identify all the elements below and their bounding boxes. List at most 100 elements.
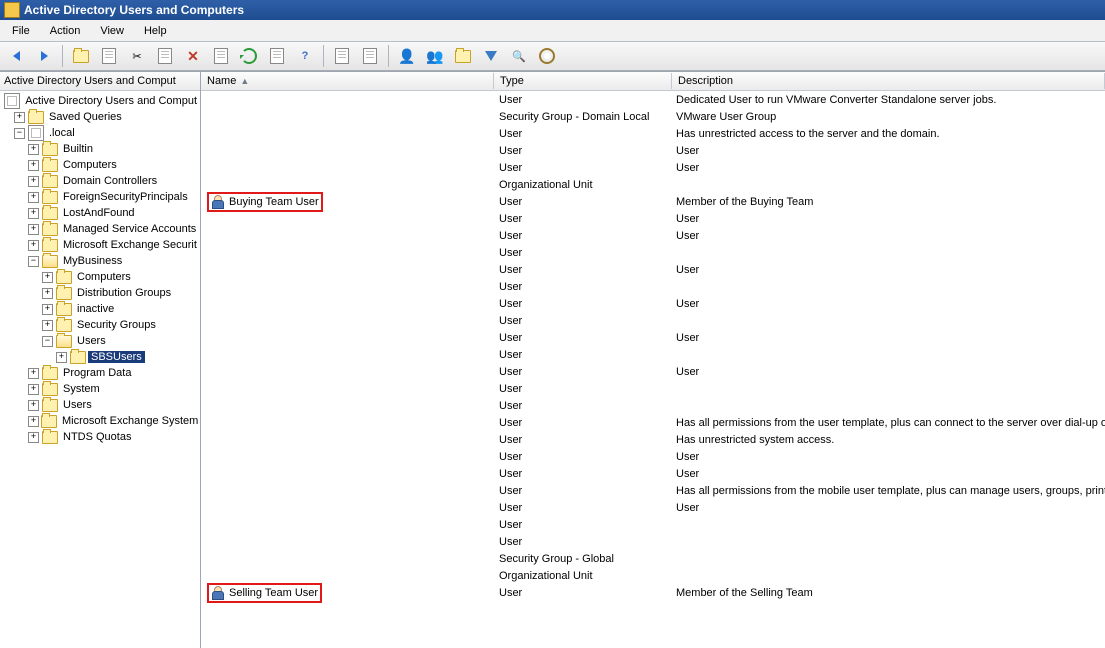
collapse-icon[interactable]: − (42, 336, 54, 347)
tree-node[interactable]: +NTDS Quotas (0, 429, 200, 445)
tree-header[interactable]: Active Directory Users and Comput (0, 72, 200, 91)
copy-button[interactable] (153, 44, 177, 68)
tree-node[interactable]: +Computers (0, 269, 200, 285)
list-row[interactable]: UserUser (201, 448, 1105, 465)
list-row[interactable]: UserUser (201, 159, 1105, 176)
filter-button[interactable] (479, 44, 503, 68)
expand-icon[interactable]: + (28, 224, 40, 235)
properties-button[interactable] (209, 44, 233, 68)
list-row[interactable]: UserHas all permissions from the mobile … (201, 482, 1105, 499)
tree-node[interactable]: +SBSUsers (0, 349, 200, 365)
list-row[interactable]: Buying Team UserUserMember of the Buying… (201, 193, 1105, 210)
list-row[interactable]: UserUser (201, 210, 1105, 227)
list-row[interactable]: UserUser (201, 499, 1105, 516)
tree-node[interactable]: +Computers (0, 157, 200, 173)
expand-icon[interactable]: + (42, 320, 54, 331)
tree-node[interactable]: +System (0, 381, 200, 397)
expand-icon[interactable]: + (28, 368, 40, 379)
tree-node[interactable]: Active Directory Users and Comput (0, 93, 200, 109)
expand-icon[interactable]: + (28, 416, 39, 427)
help-button[interactable]: ? (293, 44, 317, 68)
menu-view[interactable]: View (90, 22, 134, 40)
expand-icon[interactable]: + (28, 240, 40, 251)
nav-back-button[interactable] (4, 44, 28, 68)
expand-icon[interactable]: + (28, 400, 40, 411)
list-row[interactable]: Security Group - Domain LocalVMware User… (201, 108, 1105, 125)
list-row[interactable]: UserUser (201, 142, 1105, 159)
tree-node[interactable]: +inactive (0, 301, 200, 317)
tree-node[interactable]: +LostAndFound (0, 205, 200, 221)
list-row[interactable]: User (201, 397, 1105, 414)
expand-icon[interactable]: + (42, 272, 54, 283)
list-row[interactable]: User (201, 346, 1105, 363)
menu-help[interactable]: Help (134, 22, 177, 40)
list-row[interactable]: UserUser (201, 261, 1105, 278)
expand-icon[interactable]: + (28, 432, 40, 443)
view-detail-button[interactable] (358, 44, 382, 68)
list-row[interactable]: User (201, 312, 1105, 329)
tree-node[interactable]: +Managed Service Accounts (0, 221, 200, 237)
list-row[interactable]: Selling Team UserUserMember of the Selli… (201, 584, 1105, 601)
expand-icon[interactable]: + (56, 352, 68, 363)
expand-icon[interactable]: + (28, 144, 40, 155)
tree-node[interactable]: −Users (0, 333, 200, 349)
list-row[interactable]: UserUser (201, 295, 1105, 312)
find-button[interactable]: 🔍 (507, 44, 531, 68)
up-level-button[interactable] (69, 44, 93, 68)
expand-icon[interactable]: + (28, 192, 40, 203)
tree-node[interactable]: +Microsoft Exchange Securit (0, 237, 200, 253)
cut-button[interactable]: ✂ (125, 44, 149, 68)
column-header-type[interactable]: Type (494, 73, 672, 89)
list-row[interactable]: Organizational Unit (201, 176, 1105, 193)
list-row[interactable]: Security Group - Global (201, 550, 1105, 567)
list-row[interactable]: User (201, 533, 1105, 550)
column-header-name[interactable]: Name▲ (201, 73, 494, 89)
tree-node[interactable]: +ForeignSecurityPrincipals (0, 189, 200, 205)
tree-node[interactable]: +Distribution Groups (0, 285, 200, 301)
tree-node[interactable]: +Microsoft Exchange System (0, 413, 200, 429)
export-button[interactable] (265, 44, 289, 68)
tree-node[interactable]: +Builtin (0, 141, 200, 157)
expand-icon[interactable]: + (28, 160, 40, 171)
tree-node[interactable]: +Saved Queries (0, 109, 200, 125)
delete-button[interactable]: ✕ (181, 44, 205, 68)
list-row[interactable]: User (201, 278, 1105, 295)
list-row[interactable]: UserUser (201, 465, 1105, 482)
expand-icon[interactable]: + (42, 304, 54, 315)
tree-node[interactable]: +Domain Controllers (0, 173, 200, 189)
menu-action[interactable]: Action (40, 22, 91, 40)
expand-icon[interactable]: + (28, 176, 40, 187)
expand-icon[interactable]: + (28, 384, 40, 395)
expand-icon[interactable]: + (42, 288, 54, 299)
new-ou-button[interactable] (451, 44, 475, 68)
new-group-button[interactable]: 👥 (423, 44, 447, 68)
tree-node[interactable]: +Security Groups (0, 317, 200, 333)
tree-node[interactable]: +Program Data (0, 365, 200, 381)
list-row[interactable]: UserUser (201, 227, 1105, 244)
add-to-group-button[interactable] (535, 44, 559, 68)
tree-node[interactable]: +Users (0, 397, 200, 413)
view-icons-button[interactable] (330, 44, 354, 68)
list-row[interactable]: UserDedicated User to run VMware Convert… (201, 91, 1105, 108)
column-header-description[interactable]: Description (672, 73, 1105, 89)
show-hide-console-button[interactable] (97, 44, 121, 68)
expand-icon[interactable]: + (28, 208, 40, 219)
tree-node[interactable]: −.local (0, 125, 200, 141)
list-row[interactable]: UserHas unrestricted system access. (201, 431, 1105, 448)
refresh-button[interactable] (237, 44, 261, 68)
new-user-button[interactable]: 👤 (395, 44, 419, 68)
menu-file[interactable]: File (2, 22, 40, 40)
list-row[interactable]: UserUser (201, 329, 1105, 346)
collapse-icon[interactable]: − (14, 128, 26, 139)
nav-forward-button[interactable] (32, 44, 56, 68)
list-row[interactable]: UserHas unrestricted access to the serve… (201, 125, 1105, 142)
list-row[interactable]: User (201, 244, 1105, 261)
expand-icon[interactable]: + (14, 112, 26, 123)
list-row[interactable]: UserUser (201, 363, 1105, 380)
list-row[interactable]: Organizational Unit (201, 567, 1105, 584)
list-row[interactable]: User (201, 380, 1105, 397)
collapse-icon[interactable]: − (28, 256, 40, 267)
list-row[interactable]: UserHas all permissions from the user te… (201, 414, 1105, 431)
tree-node[interactable]: −MyBusiness (0, 253, 200, 269)
list-row[interactable]: User (201, 516, 1105, 533)
